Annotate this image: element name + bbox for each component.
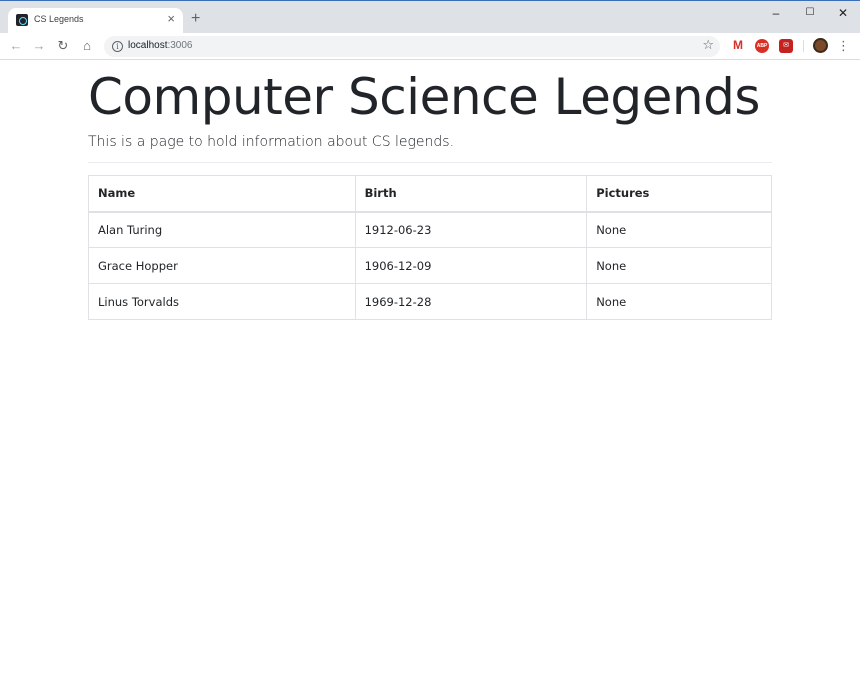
gmail-icon[interactable]: M — [731, 39, 745, 53]
toolbar-divider — [803, 40, 804, 52]
info-icon[interactable]: i — [112, 41, 123, 52]
minimize-button[interactable]: – — [761, 4, 791, 22]
browser-chrome: CS Legends × + – ☐ ✕ ← → ↻ ⌂ i localhost… — [0, 0, 860, 60]
table-row: Grace Hopper 1906-12-09 None — [88, 247, 772, 284]
divider — [88, 162, 772, 163]
page-lead: This is a page to hold information about… — [88, 134, 455, 150]
url-host: localhost — [128, 40, 168, 51]
column-header-name: Name — [88, 175, 356, 213]
star-icon[interactable]: ☆ — [702, 37, 714, 53]
cell-pictures: None — [586, 211, 772, 248]
cell-pictures: None — [586, 247, 772, 284]
column-header-pictures: Pictures — [586, 175, 772, 213]
browser-tab[interactable]: CS Legends × — [8, 8, 183, 33]
react-favicon-icon — [16, 14, 28, 26]
page-content: Computer Science Legends This is a page … — [88, 59, 772, 320]
cell-birth: 1969-12-28 — [354, 283, 588, 320]
cell-pictures: None — [586, 283, 772, 320]
address-bar[interactable]: i localhost:3006 ☆ — [104, 36, 720, 57]
back-arrow-icon[interactable]: ← — [7, 36, 25, 56]
page-title: Computer Science Legends — [88, 68, 760, 126]
browser-toolbar: ← → ↻ ⌂ i localhost:3006 ☆ M ABP ✉ ⋮ — [0, 33, 860, 60]
table-row: Linus Torvalds 1969-12-28 None — [88, 283, 772, 320]
adblock-icon[interactable]: ABP — [755, 39, 769, 53]
cell-name: Linus Torvalds — [88, 283, 356, 320]
extension-icon[interactable]: ✉ — [779, 39, 793, 53]
menu-icon[interactable]: ⋮ — [837, 36, 850, 56]
new-tab-button[interactable]: + — [191, 10, 200, 28]
url-text[interactable]: localhost:3006 — [128, 40, 193, 51]
tab-close-icon[interactable]: × — [167, 11, 175, 27]
legends-table: Name Birth Pictures Alan Turing 1912-06-… — [88, 175, 772, 320]
url-port: :3006 — [167, 40, 193, 51]
reload-icon[interactable]: ↻ — [54, 36, 72, 56]
home-icon[interactable]: ⌂ — [78, 36, 96, 56]
table-header-row: Name Birth Pictures — [88, 175, 772, 213]
avatar[interactable] — [813, 38, 828, 53]
maximize-button[interactable]: ☐ — [795, 4, 825, 22]
cell-name: Alan Turing — [88, 211, 356, 248]
table-row: Alan Turing 1912-06-23 None — [88, 211, 772, 248]
cell-name: Grace Hopper — [88, 247, 356, 284]
close-window-button[interactable]: ✕ — [828, 4, 858, 22]
column-header-birth: Birth — [354, 175, 588, 213]
tab-title: CS Legends — [34, 14, 84, 24]
cell-birth: 1906-12-09 — [354, 247, 588, 284]
forward-arrow-icon[interactable]: → — [30, 36, 48, 56]
cell-birth: 1912-06-23 — [354, 211, 588, 248]
